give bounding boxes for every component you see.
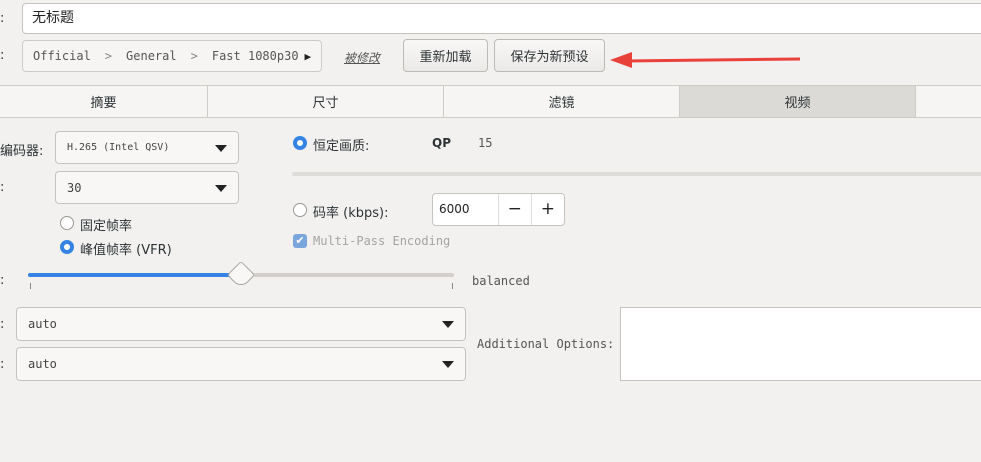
framerate-select[interactable]: 30 bbox=[55, 171, 239, 204]
peak-framerate-radio[interactable] bbox=[60, 240, 74, 254]
preset-crumb-official: Official bbox=[33, 49, 91, 63]
profile-value: auto bbox=[28, 357, 57, 371]
tune-label-colon: : bbox=[0, 317, 5, 332]
preset-crumb-name: Fast 1080p30 bbox=[211, 49, 299, 63]
minus-icon[interactable]: − bbox=[499, 194, 531, 225]
tab-dimensions[interactable]: 尺寸 bbox=[208, 86, 444, 117]
chevron-down-icon bbox=[215, 184, 227, 192]
preset-label-colon: : bbox=[0, 48, 5, 63]
encoder-preset-label-colon: : bbox=[0, 273, 5, 288]
annotation-arrow-icon bbox=[610, 52, 801, 68]
profile-select[interactable]: auto bbox=[16, 347, 466, 381]
preset-selector[interactable]: Official > General > Fast 1080p30 ▶ bbox=[22, 40, 322, 72]
tab-overflow[interactable] bbox=[916, 86, 981, 117]
multipass-label: Multi-Pass Encoding bbox=[313, 234, 451, 248]
encoder-preset-value: balanced bbox=[472, 274, 530, 288]
framerate-label-colon: : bbox=[0, 180, 5, 195]
chevron-right-icon: ▶ bbox=[304, 49, 312, 63]
constant-quality-label: 恒定画质: bbox=[313, 139, 370, 154]
encoder-label: 编码器: bbox=[0, 144, 44, 159]
tab-summary[interactable]: 摘要 bbox=[0, 86, 208, 117]
chevron-down-icon bbox=[442, 321, 454, 328]
bitrate-spinbutton[interactable]: 6000 − + bbox=[432, 193, 565, 226]
encoder-value: H.265 (Intel QSV) bbox=[67, 142, 170, 153]
chevron-down-icon bbox=[215, 144, 227, 152]
encoder-preset-slider-handle[interactable] bbox=[226, 260, 256, 290]
multipass-checkbox[interactable]: ✔ bbox=[293, 234, 307, 248]
title-label-colon: : bbox=[0, 11, 5, 26]
bitrate-input[interactable]: 6000 bbox=[433, 194, 499, 225]
preset-crumb-general: General bbox=[126, 49, 177, 63]
encoder-preset-slider-fill bbox=[28, 273, 240, 277]
reload-preset-button[interactable]: 重新加载 bbox=[403, 39, 488, 72]
slider-tick bbox=[452, 283, 453, 289]
crumb-separator-icon: > bbox=[190, 49, 198, 63]
additional-options-label: Additional Options: bbox=[477, 337, 615, 351]
modified-label: 被修改 bbox=[344, 51, 381, 65]
additional-options-input[interactable] bbox=[620, 307, 981, 381]
peak-framerate-text: 峰值帧率 (VFR) bbox=[80, 243, 172, 258]
slider-tick bbox=[30, 283, 31, 289]
chevron-down-icon bbox=[442, 361, 454, 368]
constant-framerate-label: 固定帧率 bbox=[80, 219, 133, 234]
qp-value: 15 bbox=[478, 136, 493, 150]
profile-label-colon: : bbox=[0, 357, 5, 372]
bitrate-label: 码率 (kbps): bbox=[313, 206, 389, 221]
framerate-value: 30 bbox=[67, 180, 82, 195]
qp-label: QP bbox=[432, 136, 451, 150]
bitrate-radio[interactable] bbox=[293, 203, 307, 217]
tab-bar: 摘要 尺寸 滤镜 视频 bbox=[0, 85, 981, 118]
tune-select[interactable]: auto bbox=[16, 307, 466, 341]
quality-slider-track[interactable] bbox=[292, 172, 981, 176]
save-new-preset-button[interactable]: 保存为新预设 bbox=[494, 39, 605, 72]
plus-icon[interactable]: + bbox=[530, 194, 564, 225]
crumb-separator-icon: > bbox=[104, 49, 113, 63]
encoder-select[interactable]: H.265 (Intel QSV) bbox=[55, 131, 239, 164]
tune-value: auto bbox=[28, 317, 57, 331]
constant-framerate-radio[interactable] bbox=[60, 216, 74, 230]
constant-quality-radio[interactable] bbox=[293, 136, 307, 150]
tab-filters[interactable]: 滤镜 bbox=[444, 86, 680, 117]
tab-video[interactable]: 视频 bbox=[680, 86, 916, 117]
title-input[interactable]: 无标题 bbox=[22, 3, 981, 34]
peak-framerate-label: 峰值帧率 (VFR) bbox=[80, 239, 172, 258]
